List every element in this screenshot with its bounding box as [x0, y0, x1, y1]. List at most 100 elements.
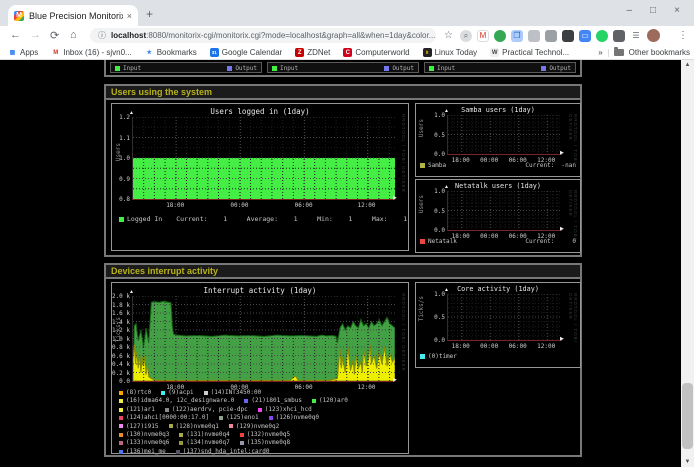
x-tick-label: 18:00 — [163, 202, 187, 209]
new-tab-button[interactable]: + — [146, 8, 153, 20]
window-minimize-button[interactable]: – — [626, 5, 632, 16]
profile-avatar[interactable] — [647, 29, 660, 42]
x-tick-label: 06:00 — [506, 343, 530, 350]
y-axis-label: Ticks/s — [418, 296, 425, 321]
back-icon[interactable]: ← — [10, 29, 21, 41]
x-tick-label: 06:00 — [292, 202, 316, 209]
search-extension-icon[interactable]: ⌕ — [460, 30, 472, 42]
url-host: localhost — [111, 31, 146, 40]
rrdtool-watermark: RRDTOOL / TOBI OETIKER — [568, 190, 578, 252]
legend-swatch — [119, 424, 123, 428]
bookmarks-overflow-chevron[interactable]: » — [598, 48, 602, 57]
input-legend-swatch — [429, 66, 434, 71]
bookmark-label: ZDNet — [307, 48, 330, 57]
legend-label: (130)nvme0q3 — [126, 431, 169, 439]
graph-legend: (0)timer — [420, 353, 576, 360]
cutoff-graph-panel[interactable]: Input Output — [267, 62, 419, 73]
legend-item: (131)nvme0q4 — [179, 431, 229, 439]
core-activity-graph[interactable]: Core activity (1day) Ticks/s (0)timer RR… — [415, 282, 581, 368]
bookmark-item[interactable]: ZZDNet — [295, 48, 330, 57]
apps-grid-icon: ▦ — [8, 48, 17, 57]
netatalk-users-graph[interactable]: Netatalk users (1day) Users NetatalkCurr… — [415, 179, 581, 253]
legend-item: (21)i801_smbus — [244, 397, 302, 405]
bookmark-label: Google Calendar — [222, 48, 282, 57]
address-bar[interactable]: ⓘ localhost:8080/monitorix-cgi/monitorix… — [90, 28, 436, 43]
legend-label: (137)snd_hda_intel:card0 — [183, 448, 270, 456]
legend-item: (124)ahci[0000:00:17.0] — [119, 414, 209, 422]
legend-item: (135)nvme0q8 — [240, 439, 290, 447]
output-legend-swatch — [541, 66, 546, 71]
window-maximize-button[interactable]: □ — [650, 5, 656, 16]
y-tick-label: 0.0 — [426, 151, 445, 158]
input-legend-label: Input — [280, 65, 298, 72]
reload-icon[interactable]: ⟳ — [50, 29, 59, 42]
cutoff-graph-panel[interactable]: Input Output — [424, 62, 576, 73]
legend-label: (129)nvme0q2 — [236, 423, 279, 431]
legend-swatch — [240, 433, 244, 437]
bookmark-item[interactable]: ltLinux Today — [423, 48, 478, 57]
tab-close-icon[interactable]: × — [127, 11, 132, 21]
cutoff-graphs-section: Input Output Input Output Input Output — [104, 60, 582, 77]
x-tick-label: 12:00 — [354, 202, 378, 209]
y-axis-arrow-icon: ▲ — [444, 288, 449, 293]
legend-item: Samba — [420, 162, 446, 169]
legend-swatch — [244, 399, 248, 403]
x-tick-label: 18:00 — [449, 233, 473, 240]
gmail-extension-icon[interactable]: M — [477, 30, 489, 42]
scrollbar-thumb[interactable] — [682, 383, 693, 449]
green-circle-extension-icon[interactable] — [596, 30, 608, 42]
cutoff-graph-panel[interactable]: Input Output — [110, 62, 262, 73]
puzzle-extension-icon[interactable] — [613, 30, 625, 42]
legend-swatch — [119, 441, 123, 445]
bookmark-label: Inbox (16) - sjvn0... — [63, 48, 131, 57]
y-axis-arrow-icon: ▲ — [444, 185, 449, 190]
monitorix-favicon-icon: M — [14, 11, 24, 21]
dark-square-extension-icon[interactable] — [562, 30, 574, 42]
legend-label: (136)mei_me — [126, 448, 166, 456]
interrupt-activity-graph[interactable]: Interrupt activity (1day) Ticks/s (8)rtc… — [111, 282, 409, 454]
bookmarks-bar: ▦Apps MInbox (16) - sjvn0... ★Bookmarks 31G… — [0, 46, 694, 60]
forward-icon[interactable]: → — [30, 29, 41, 41]
legend-label: (133)nvme0q6 — [126, 439, 169, 447]
x-tick-label: 18:00 — [163, 384, 187, 391]
extensions-row: ⌕ M ❐ ▭ ☰ — [460, 29, 660, 42]
green-phone-extension-icon[interactable] — [494, 30, 506, 42]
bookmark-item[interactable]: 31Google Calendar — [210, 48, 282, 57]
bookmark-star-icon[interactable]: ☆ — [444, 30, 453, 41]
bookmark-item[interactable]: WPractical Technol... — [490, 48, 569, 57]
mask-extension-icon[interactable] — [545, 30, 557, 42]
samba-users-graph[interactable]: Samba users (1day) Users SambaCurrent: -… — [415, 103, 581, 177]
legend-label: (124)ahci[0000:00:17.0] — [126, 414, 209, 422]
rrdtool-watermark: RRDTOOL / TOBI OETIKER — [401, 114, 406, 193]
legend-label: (0)timer — [428, 353, 457, 360]
bookmark-item[interactable]: CComputerworld — [343, 48, 409, 57]
browser-tab[interactable]: M Blue Precision Monitorix × — [8, 5, 138, 26]
gray-card-extension-icon[interactable] — [528, 30, 540, 42]
x-tick-label: 00:00 — [227, 202, 251, 209]
rrdtool-watermark: RRDTOOL / TOBI OETIKER — [568, 293, 578, 367]
bookmark-item[interactable]: ★Bookmarks — [145, 48, 197, 57]
home-icon[interactable]: ⌂ — [70, 29, 77, 41]
scroll-up-icon[interactable]: ▲ — [681, 60, 694, 70]
linuxtoday-icon: lt — [423, 48, 432, 57]
media-list-extension-icon[interactable]: ☰ — [630, 30, 642, 42]
y-tick-label: 0.5 — [426, 208, 445, 215]
browser-menu-icon[interactable]: ⋮ — [678, 30, 688, 41]
bookmark-item[interactable]: MInbox (16) - sjvn0... — [51, 48, 131, 57]
output-legend-swatch — [227, 66, 232, 71]
gmail-icon: M — [51, 48, 60, 57]
y-tick-label: 0.2 k — [111, 370, 130, 377]
output-legend-label: Output — [392, 65, 414, 72]
graph-title: Interrupt activity (1day) — [112, 286, 408, 295]
legend-label: (122)aerdrv, pcie-dpc — [172, 406, 248, 414]
blue-chat-extension-icon[interactable]: ▭ — [579, 30, 591, 42]
legend-label: Samba — [428, 162, 446, 169]
vertical-scrollbar[interactable]: ▲ ▼ — [681, 60, 694, 467]
bookmark-item[interactable]: ▦Apps — [8, 48, 38, 57]
site-info-icon[interactable]: ⓘ — [98, 30, 106, 41]
window-close-button[interactable]: × — [674, 5, 680, 16]
copy-pages-extension-icon[interactable]: ❐ — [511, 30, 523, 42]
users-logged-in-graph[interactable]: Users logged in (1day) Users Logged InCu… — [111, 103, 409, 251]
scroll-down-icon[interactable]: ▼ — [681, 457, 694, 467]
other-bookmarks-button[interactable]: Other bookmarks — [629, 48, 690, 57]
